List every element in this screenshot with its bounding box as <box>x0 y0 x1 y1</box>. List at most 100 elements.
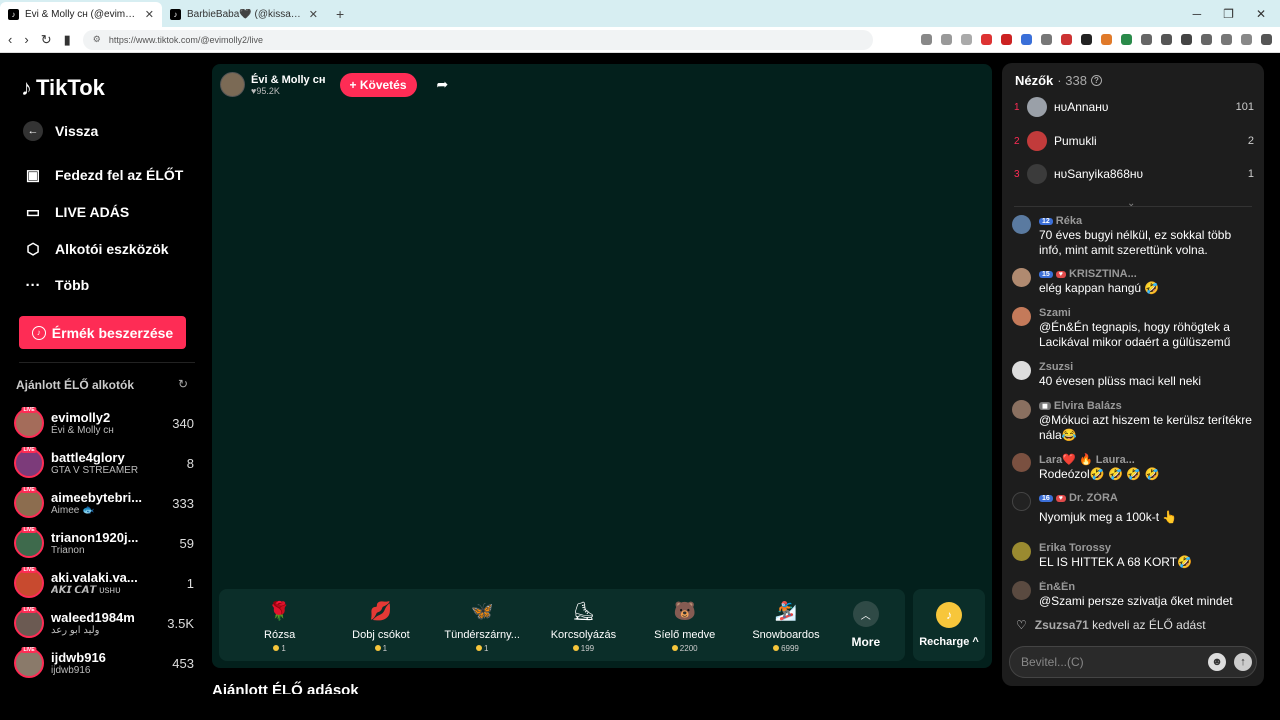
gift-item[interactable]: 🏂 Snowboardos 6999 <box>735 598 836 653</box>
username-text[interactable]: Zsuzsi <box>1039 361 1073 373</box>
gift-item[interactable]: 🐻 Síelő medve 2200 <box>634 598 735 653</box>
extension-icon[interactable] <box>1021 34 1032 45</box>
gift-item[interactable]: 💋 Dobj csókot 1 <box>330 598 431 653</box>
browser-tab[interactable]: ♪ BarbieBaba🖤 (@kissabarbie) ÉLŐ adá ✕ <box>162 2 326 27</box>
extension-icon[interactable] <box>1041 34 1052 45</box>
avatar[interactable] <box>1012 542 1031 561</box>
forward-arrow-icon[interactable]: › <box>24 32 28 47</box>
avatar[interactable] <box>1012 400 1031 419</box>
creator-item[interactable]: LIVE evimolly2 Évi & Molly ᴄʜ 340 <box>14 405 194 441</box>
sidebar-item-go-live[interactable]: ▭ LIVE ADÁS <box>23 202 129 222</box>
refresh-icon[interactable]: ↻ <box>178 377 188 391</box>
reload-icon[interactable]: ↻ <box>41 32 52 48</box>
host-avatar[interactable] <box>220 72 245 97</box>
site-info-icon[interactable]: ⚙ <box>93 34 101 45</box>
creator-name: trianon1920j... <box>51 530 139 545</box>
creator-item[interactable]: LIVE battle4glory GTA V STREAMER 8 <box>14 445 194 481</box>
help-icon[interactable]: ? <box>1090 75 1102 86</box>
live-video-player[interactable]: Évi & Molly ᴄʜ ♥95.2K + Követés ➦ 🌹 Rózs… <box>212 64 992 668</box>
close-window-icon[interactable]: ✕ <box>1256 7 1266 21</box>
like-username[interactable]: Zsuzsa71 <box>1035 618 1089 632</box>
bookmark-icon[interactable]: ▮ <box>64 32 71 48</box>
chat-message: Erika Torossy EL IS HITTEK A 68 KORT🤣 <box>1012 542 1252 570</box>
close-tab-icon[interactable]: ✕ <box>309 8 318 21</box>
username-text[interactable]: KRISZTINA... <box>1069 268 1137 280</box>
follow-button[interactable]: + Követés <box>339 72 417 97</box>
creator-item[interactable]: LIVE trianon1920j... Trianon 59 <box>14 525 194 561</box>
extension-icon[interactable] <box>981 34 992 45</box>
gift-item[interactable]: 🌹 Rózsa 1 <box>229 598 330 653</box>
username-text[interactable]: Elvira Balázs <box>1054 400 1122 412</box>
extension-icon[interactable] <box>1101 34 1112 45</box>
avatar: LIVE <box>14 527 44 558</box>
emoji-icon[interactable]: ☻ <box>1208 653 1226 671</box>
get-coins-button[interactable]: ♪ Érmék beszerzése <box>19 316 186 349</box>
top-viewer[interactable]: 1 ʜᴜAnnaʜᴜ 101 <box>1014 95 1254 119</box>
extension-icon[interactable] <box>1081 34 1092 45</box>
top-viewer[interactable]: 3 ʜᴜSanyika868ʜᴜ 1 <box>1014 162 1254 186</box>
restore-icon[interactable]: ❐ <box>1223 7 1234 21</box>
download-icon[interactable] <box>1161 34 1172 45</box>
top-viewer[interactable]: 2 Pumukli 2 <box>1014 129 1254 153</box>
username-text[interactable]: Lara❤️ 🔥 Laura... <box>1039 453 1135 466</box>
menu-icon[interactable] <box>1261 34 1272 45</box>
chat-input[interactable] <box>1021 655 1208 669</box>
avatar[interactable] <box>1012 268 1031 287</box>
gift-item[interactable]: 🦋 Tündérszárny... 1 <box>432 598 533 653</box>
username-text[interactable]: Erika Torossy <box>1039 542 1111 554</box>
creator-item[interactable]: LIVE ijdwb916 ijdwb916 453 <box>14 645 194 681</box>
extension-icon[interactable] <box>1141 34 1152 45</box>
extension-icon[interactable] <box>1061 34 1072 45</box>
creator-item[interactable]: LIVE aki.valaki.va... 𝘼𝙆𝙄 𝘾𝘼𝙏 ᴜsʜᴜ 1 <box>14 565 194 601</box>
live-badge: LIVE <box>21 647 37 653</box>
shield-icon[interactable] <box>1241 34 1252 45</box>
gift-item[interactable]: ⛸ Korcsolyázás 199 <box>533 598 634 653</box>
extension-icon[interactable] <box>1201 34 1212 45</box>
avatar[interactable] <box>1012 361 1031 380</box>
back-button[interactable]: ← Vissza <box>23 121 98 141</box>
username-text[interactable]: Dr. ZÓRA <box>1069 492 1118 504</box>
zoom-icon[interactable] <box>941 34 952 45</box>
username-text[interactable]: Én&Én <box>1039 581 1075 593</box>
chat-username: Én&Én <box>1039 581 1252 593</box>
creator-item[interactable]: LIVE waleed1984m وليد ابو رعد 3.5K <box>14 605 194 641</box>
close-tab-icon[interactable]: ✕ <box>145 8 154 21</box>
username-text[interactable]: Réka <box>1056 215 1082 227</box>
url-text: https://www.tiktok.com/@evimolly2/live <box>108 34 264 45</box>
sidebar-item-creator-tools[interactable]: ⬡ Alkotói eszközök <box>23 239 168 259</box>
avatar[interactable] <box>1012 453 1031 472</box>
username-text[interactable]: Szami <box>1039 307 1071 319</box>
more-gifts-button[interactable]: ︿ More <box>837 601 895 649</box>
creator-nickname: وليد ابو رعد <box>51 625 100 636</box>
favorites-icon[interactable] <box>1221 34 1232 45</box>
send-icon[interactable]: ↑ <box>1234 653 1252 671</box>
chevron-down-icon[interactable]: ⌄ <box>1127 198 1135 209</box>
extension-icon[interactable] <box>1121 34 1132 45</box>
share-icon[interactable]: ➦ <box>437 76 449 93</box>
host-name[interactable]: Évi & Molly ᴄʜ <box>251 74 326 86</box>
browser-tab-active[interactable]: ♪ Évi & Molly ᴄʜ (@evimolly2) ÉLŐ ✕ <box>0 2 162 27</box>
chat-text: Nyomjuk meg a 100k-t 👆 <box>1039 510 1178 524</box>
chat-message: ◼ Elvira Balázs @Mókuci azt hiszem te ker… <box>1012 400 1252 443</box>
back-arrow-icon[interactable]: ‹ <box>8 32 12 47</box>
minimize-icon[interactable]: ─ <box>1193 7 1202 21</box>
extension-icon[interactable] <box>921 34 932 45</box>
avatar[interactable] <box>1012 307 1031 326</box>
tiktok-logo[interactable]: ♪ TikTok <box>21 75 105 101</box>
recharge-button[interactable]: ♪ Recharge ^ <box>913 589 985 661</box>
gift-name: Tündérszárny... <box>444 628 520 641</box>
gift-price: 2200 <box>671 644 698 653</box>
share-icon[interactable] <box>961 34 972 45</box>
avatar[interactable] <box>1012 492 1031 511</box>
avatar[interactable] <box>1012 581 1031 600</box>
avatar[interactable] <box>1012 215 1031 234</box>
gift-name: Dobj csókot <box>352 628 410 641</box>
extension-icon[interactable] <box>1001 34 1012 45</box>
sidebar-item-explore-live[interactable]: ▣ Fedezd fel az ÉLŐT <box>23 165 183 185</box>
url-field[interactable]: ⚙ https://www.tiktok.com/@evimolly2/live <box>82 29 873 50</box>
new-tab-icon[interactable]: + <box>326 6 354 27</box>
creator-item[interactable]: LIVE aimeebytebri... Aimee 🐟 333 <box>14 485 194 521</box>
sidebar-item-more[interactable]: ··· Több <box>23 275 90 295</box>
sidebar-icon[interactable] <box>1181 34 1192 45</box>
sidebar-item-label: Több <box>55 277 90 293</box>
